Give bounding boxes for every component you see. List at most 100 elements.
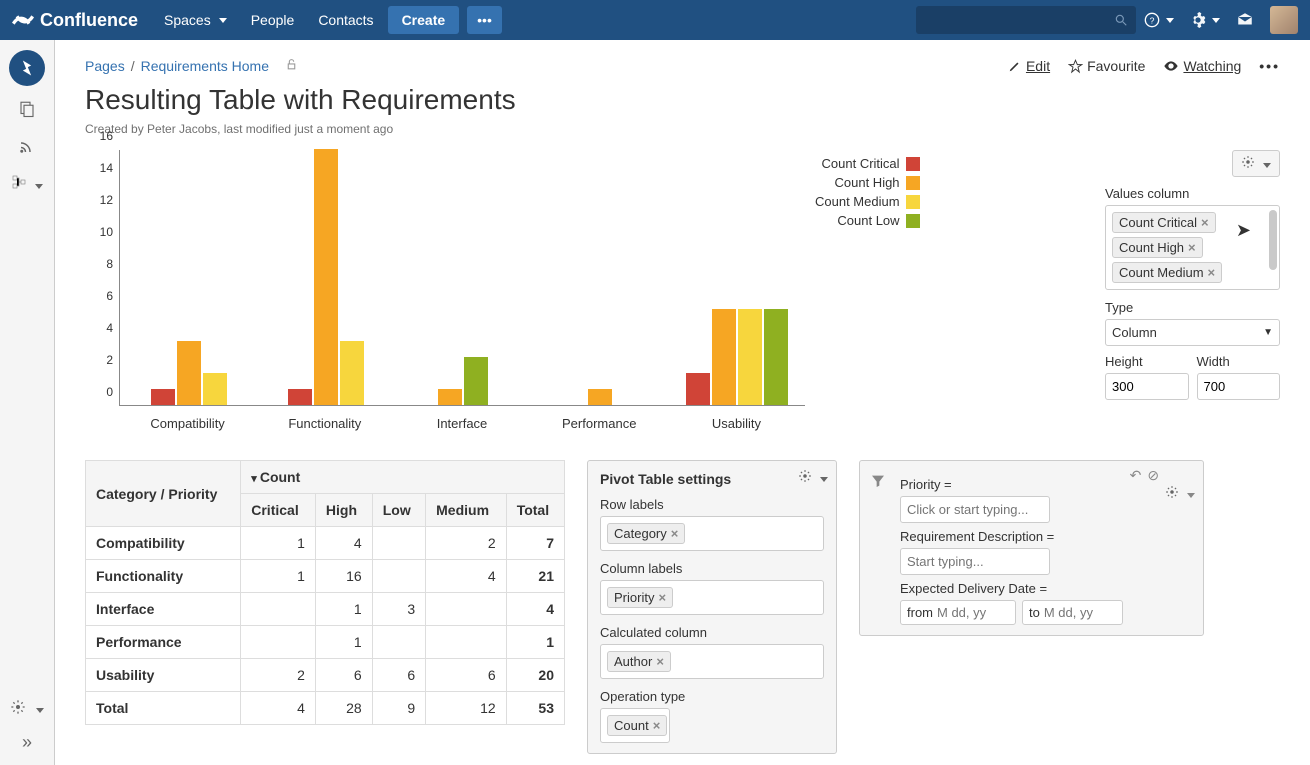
- height-label: Height: [1105, 354, 1189, 369]
- chip-remove-icon[interactable]: ×: [658, 590, 666, 605]
- tree-icon[interactable]: [11, 174, 43, 193]
- nav-more-button[interactable]: •••: [467, 6, 502, 34]
- calculated-column-input[interactable]: Author×: [600, 644, 824, 679]
- table-cell: 4: [506, 593, 564, 626]
- edit-action[interactable]: Edit: [1008, 58, 1050, 74]
- chart-type-select[interactable]: Column▼: [1105, 319, 1280, 346]
- chip-remove-icon[interactable]: ×: [656, 654, 664, 669]
- space-sidebar: »: [0, 40, 55, 765]
- table-cell: 20: [506, 659, 564, 692]
- chip-remove-icon[interactable]: ×: [653, 718, 661, 733]
- x-label: Performance: [531, 410, 668, 440]
- pages-icon[interactable]: [18, 100, 36, 123]
- bar[interactable]: [588, 389, 612, 405]
- help-icon[interactable]: ?: [1136, 12, 1182, 28]
- chip-category[interactable]: Category×: [607, 523, 685, 544]
- bar[interactable]: [712, 309, 736, 405]
- col-header[interactable]: Critical: [241, 494, 316, 527]
- legend-item[interactable]: Count High: [815, 175, 920, 190]
- width-input[interactable]: [1197, 373, 1281, 400]
- table-cell: 28: [315, 692, 372, 725]
- bar[interactable]: [177, 341, 201, 405]
- bar[interactable]: [738, 309, 762, 405]
- filter-desc-input[interactable]: [900, 548, 1050, 575]
- chip-remove-icon[interactable]: ×: [1208, 265, 1216, 280]
- col-header[interactable]: High: [315, 494, 372, 527]
- values-chip[interactable]: Count High×: [1112, 237, 1203, 258]
- chip-remove-icon[interactable]: ×: [1201, 215, 1209, 230]
- notifications-icon[interactable]: [1228, 11, 1262, 29]
- operation-type-input[interactable]: Count×: [600, 708, 670, 743]
- nav-contacts[interactable]: Contacts: [308, 6, 383, 34]
- filter-date-to-input[interactable]: [1040, 601, 1116, 624]
- watching-action[interactable]: Watching: [1163, 58, 1241, 74]
- confluence-icon: [12, 9, 34, 31]
- filter-date-from-input[interactable]: [933, 601, 1009, 624]
- chip-remove-icon[interactable]: ×: [1188, 240, 1196, 255]
- chip-remove-icon[interactable]: ×: [671, 526, 679, 541]
- x-label: Usability: [668, 410, 805, 440]
- bar[interactable]: [764, 309, 788, 405]
- breadcrumb-home[interactable]: Requirements Home: [141, 58, 269, 74]
- bar[interactable]: [438, 389, 462, 405]
- height-input[interactable]: [1105, 373, 1189, 400]
- bar[interactable]: [288, 389, 312, 405]
- table-cell: 16: [315, 560, 372, 593]
- bar[interactable]: [314, 149, 338, 405]
- edit-label: Edit: [1026, 58, 1050, 74]
- nav-people[interactable]: People: [241, 6, 305, 34]
- y-tick: 6: [106, 289, 113, 303]
- table-row: Total42891253: [86, 692, 565, 725]
- confluence-logo[interactable]: Confluence: [12, 9, 138, 31]
- bar[interactable]: [686, 373, 710, 405]
- values-column-box[interactable]: ➤ Count Critical×Count High×Count Medium…: [1105, 205, 1280, 290]
- col-header[interactable]: Total: [506, 494, 564, 527]
- space-avatar[interactable]: [9, 50, 45, 86]
- chip-count[interactable]: Count×: [607, 715, 667, 736]
- legend-item[interactable]: Count Critical: [815, 156, 920, 171]
- nav-spaces[interactable]: Spaces: [154, 6, 237, 34]
- table-cell: 1: [241, 560, 316, 593]
- table-cell: [372, 560, 425, 593]
- breadcrumb-pages[interactable]: Pages: [85, 58, 125, 74]
- col-header[interactable]: Low: [372, 494, 425, 527]
- create-button[interactable]: Create: [388, 6, 460, 34]
- values-column-label: Values column: [1105, 186, 1280, 201]
- bar[interactable]: [340, 341, 364, 405]
- filter-date-label: Expected Delivery Date =: [900, 581, 1191, 596]
- settings-icon[interactable]: [1182, 12, 1228, 28]
- bar[interactable]: [203, 373, 227, 405]
- bar-group: [686, 309, 788, 405]
- more-actions[interactable]: •••: [1259, 58, 1280, 74]
- scrollbar-thumb[interactable]: [1269, 210, 1277, 270]
- filter-gear-icon[interactable]: [1165, 485, 1195, 502]
- collapse-icon[interactable]: »: [22, 732, 32, 753]
- column-labels-input[interactable]: Priority×: [600, 580, 824, 615]
- legend-item[interactable]: Count Medium: [815, 194, 920, 209]
- bar[interactable]: [151, 389, 175, 405]
- table-cell: 53: [506, 692, 564, 725]
- legend-item[interactable]: Count Low: [815, 213, 920, 228]
- chart-settings-gear[interactable]: [1232, 150, 1280, 177]
- chart-body: 0246810121416 CompatibilityFunctionality…: [85, 150, 805, 440]
- filter-cancel-icon[interactable]: ⊘: [1147, 467, 1159, 502]
- bar[interactable]: [464, 357, 488, 405]
- chart-legend: Count Critical Count High Count Medium Coun…: [815, 156, 920, 440]
- values-chip[interactable]: Count Critical×: [1112, 212, 1216, 233]
- chip-author[interactable]: Author×: [607, 651, 671, 672]
- user-avatar[interactable]: [1270, 6, 1298, 34]
- values-chip[interactable]: Count Medium×: [1112, 262, 1222, 283]
- feed-icon[interactable]: [18, 137, 36, 160]
- table-cell: 4: [241, 692, 316, 725]
- filter-priority-input[interactable]: [900, 496, 1050, 523]
- search-input[interactable]: [916, 6, 1136, 34]
- favourite-action[interactable]: Favourite: [1068, 58, 1145, 74]
- col-header[interactable]: Medium: [426, 494, 507, 527]
- sidebar-settings-icon[interactable]: [10, 699, 43, 720]
- lock-icon[interactable]: [285, 58, 298, 74]
- count-header[interactable]: Count: [241, 461, 565, 494]
- pivot-settings-gear[interactable]: [798, 469, 828, 486]
- filter-undo-icon[interactable]: ↶: [1130, 467, 1142, 502]
- row-labels-input[interactable]: Category×: [600, 516, 824, 551]
- chip-priority[interactable]: Priority×: [607, 587, 673, 608]
